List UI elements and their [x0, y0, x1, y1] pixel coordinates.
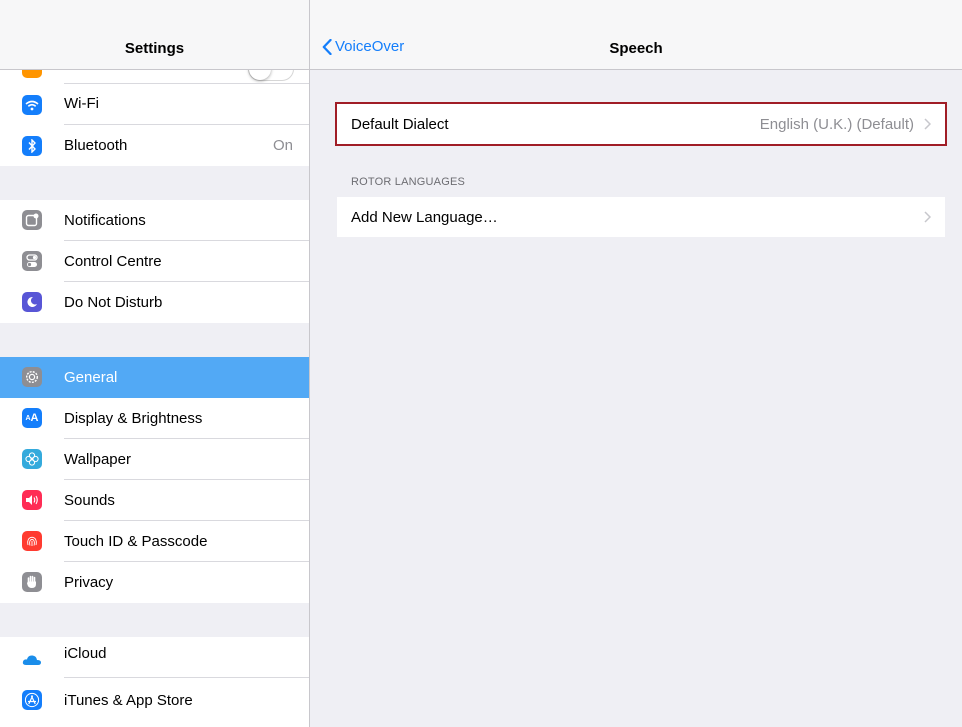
wallpaper-flower-icon: [22, 449, 42, 469]
default-dialect-value: English (U.K.) (Default): [759, 115, 914, 133]
app-store-icon: [22, 690, 42, 710]
settings-app: Settings Wi-Fi Bluetooth On Notification…: [0, 0, 962, 727]
detail-navbar: VoiceOver Speech: [310, 0, 962, 70]
sidebar-item-do-not-disturb[interactable]: Do Not Disturb: [0, 282, 309, 323]
sidebar-item-sounds[interactable]: Sounds: [0, 480, 309, 521]
sidebar-item-label: Do Not Disturb: [64, 294, 163, 311]
page-title: Speech: [609, 40, 663, 57]
chevron-right-icon: [924, 118, 931, 130]
sidebar-item-notifications[interactable]: Notifications: [0, 200, 309, 241]
sidebar-item-label: Sounds: [64, 492, 115, 509]
sidebar-item-label: Notifications: [64, 212, 146, 229]
add-new-language-label: Add New Language…: [351, 208, 498, 226]
control-centre-icon: [22, 251, 42, 271]
sidebar-item-general[interactable]: General: [0, 357, 309, 398]
sidebar-item-label: General: [64, 369, 118, 386]
default-dialect-label: Default Dialect: [351, 115, 449, 133]
speaker-icon: [22, 490, 42, 510]
sidebar-item-label: Privacy: [64, 574, 114, 591]
sidebar-item-bluetooth[interactable]: Bluetooth On: [0, 125, 309, 166]
sidebar-navbar: Settings: [0, 0, 309, 70]
sidebar-item-label: Touch ID & Passcode: [64, 533, 208, 550]
sidebar-item-itunes[interactable]: iTunes & App Store: [0, 678, 309, 727]
sidebar-item-touch-id[interactable]: Touch ID & Passcode: [0, 521, 309, 562]
detail-pane: VoiceOver Speech Default Dialect English…: [310, 0, 962, 727]
sidebar: Settings Wi-Fi Bluetooth On Notification…: [0, 0, 310, 727]
sidebar-item-control-centre[interactable]: Control Centre: [0, 241, 309, 282]
gear-icon: [22, 367, 42, 387]
sidebar-item-label: Wallpaper: [64, 451, 131, 468]
sidebar-title: Settings: [124, 40, 185, 57]
add-new-language-row[interactable]: Add New Language…: [337, 197, 945, 237]
cloud-icon: [22, 649, 42, 669]
moon-icon: [22, 292, 42, 312]
default-dialect-row[interactable]: Default Dialect English (U.K.) (Default): [335, 102, 947, 146]
display-brightness-icon: AA: [22, 408, 42, 428]
rotor-languages-header: ROTOR LANGUAGES: [351, 176, 466, 188]
chevron-right-icon: [924, 211, 931, 223]
notifications-icon: [22, 210, 42, 230]
sidebar-item-label: iCloud: [64, 645, 107, 662]
sidebar-item-wallpaper[interactable]: Wallpaper: [0, 439, 309, 480]
hand-icon: [22, 572, 42, 592]
sidebar-item-display[interactable]: AA Display & Brightness: [0, 398, 309, 439]
bluetooth-status-value: On: [272, 137, 293, 154]
sidebar-item-wifi[interactable]: Wi-Fi: [0, 84, 309, 125]
fingerprint-icon: [22, 531, 42, 551]
sidebar-item-label: Display & Brightness: [64, 410, 203, 427]
sidebar-item-label: Control Centre: [64, 253, 162, 270]
sidebar-item-label: iTunes & App Store: [64, 692, 193, 709]
sidebar-item-label: Wi-Fi: [64, 95, 99, 112]
bluetooth-icon: [22, 136, 42, 156]
wifi-icon: [22, 95, 42, 115]
sidebar-item-privacy[interactable]: Privacy: [0, 562, 309, 603]
sidebar-item-label: Bluetooth: [64, 137, 128, 154]
sidebar-item-icloud[interactable]: iCloud: [0, 637, 309, 678]
